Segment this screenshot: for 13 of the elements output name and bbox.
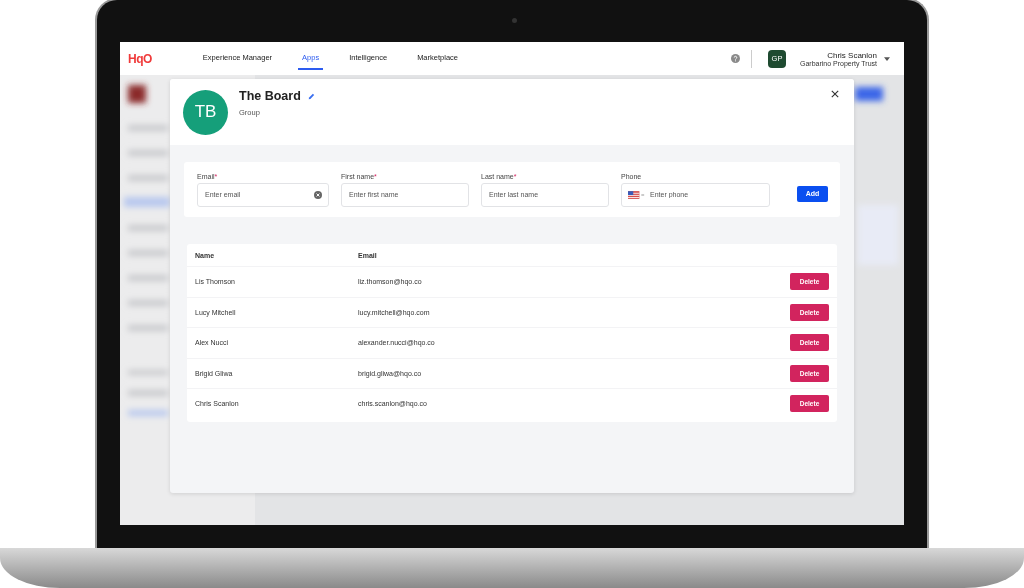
- edit-icon[interactable]: [307, 92, 315, 100]
- user-name: Chris Scanlon: [827, 50, 877, 60]
- caret-icon[interactable]: [884, 56, 890, 61]
- logo[interactable]: HqO: [128, 51, 152, 66]
- close-icon[interactable]: [831, 90, 839, 98]
- group-title: The Board: [239, 89, 301, 103]
- group-avatar: TB: [183, 89, 228, 135]
- camera-icon: [512, 18, 517, 23]
- blurred-logo-drawing: [128, 85, 146, 103]
- clear-icon[interactable]: [314, 190, 322, 199]
- blurred-menu-item-drawing: [124, 197, 170, 207]
- blurred-button-drawing: [855, 87, 883, 101]
- help-icon[interactable]: [730, 54, 740, 63]
